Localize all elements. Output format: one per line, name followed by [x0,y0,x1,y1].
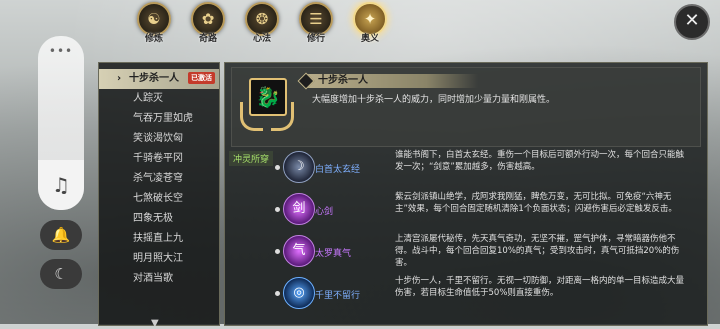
skill-list-item[interactable]: 四象无极 [99,209,219,229]
passive-name: 心剑 [315,207,334,217]
skill-emblem-icon: 🐉 [240,74,294,131]
top-tab-bar: ☯ 修炼 ✿ 奇路 ❂ 心法 ☰ 修行 ✦ 奥义 [130,2,394,44]
skill-list-item[interactable]: 对酒当歌 [99,269,219,289]
passive-skill[interactable]: 剑 心剑 紫云剑派镇山绝学，戌阿求我刚猛，睥危万变，无可比拟。可免疫“六神无主”… [275,191,699,231]
skill-list-item[interactable]: 扶摇直上九 [99,229,219,249]
activated-badge: 已激活 [188,72,215,84]
tab-label: 修炼 [144,34,163,44]
tab-mystery[interactable]: ✦ 奥义 [346,2,394,44]
skill-list-item[interactable]: 杀气凌苍穹 [99,169,219,189]
skill-list-item[interactable]: 笑谈渴饮匈 [99,129,219,149]
skill-list-item-active[interactable]: › 十步杀一人 已激活 [99,69,219,89]
active-arrow-icon: › [117,73,122,84]
vortex-skill-icon: ◎ [283,277,315,309]
bullet-dot [275,291,280,296]
bullet-dot [275,249,280,254]
qi-skill-icon: 气 [283,235,315,267]
skill-list-item[interactable]: 人踪灭 [99,89,219,109]
tab-mind-method[interactable]: ❂ 心法 [238,2,286,44]
bullet-dot [275,207,280,212]
skill-title: 十步杀一人 [306,74,478,88]
notification-button[interactable]: 🔔 [40,220,82,250]
tab-label: 奇路 [198,34,217,44]
skill-list-item[interactable]: 七煞破长空 [99,189,219,209]
tab-cultivate[interactable]: ☯ 修炼 [130,2,178,44]
passive-name: 太罗真气 [315,249,352,259]
skill-list-item[interactable]: 明月照大江 [99,249,219,269]
passive-skill[interactable]: 气 太罗真气 上清宫派屡代秘传，先天真气奇功，无坚不摧，罡气护体，寻常暗器伤他不… [275,233,699,273]
dragon-icon: 🐉 [249,78,287,116]
skill-list-item[interactable]: 气吞万里如虎 [99,109,219,129]
music-button[interactable]: ♫ [38,160,84,210]
tab-practice[interactable]: ☰ 修行 [292,2,340,44]
skill-detail-panel: 🐉 十步杀一人 大幅度增加十步杀一人的威力，同时增加少量力量和刚属性。 冲灵所穿… [224,62,708,326]
more-icon[interactable]: ••• [38,44,84,58]
section-label: 冲灵所穿 [229,151,274,166]
passive-text: 上清宫派屡代秘传，先天真气奇功，无坚不摧，罡气护体，寻常暗器伤他不得。战斗中，每… [395,234,680,268]
skill-header: 🐉 十步杀一人 大幅度增加十步杀一人的威力，同时增加少量力量和刚属性。 [231,67,701,147]
sword-skill-icon: 剑 [283,193,315,225]
tab-path[interactable]: ✿ 奇路 [184,2,232,44]
passive-name: 千里不留行 [315,291,361,301]
tab-label: 修行 [306,34,325,44]
passive-text: 谁能书阁下，白首太玄经。重伤一个目标后可额外行动一次，每个回合只能触发一次；“剑… [395,150,685,172]
passive-skill[interactable]: ☽ 白首太玄经 谁能书阁下，白首太玄经。重伤一个目标后可额外行动一次，每个回合只… [275,149,699,189]
moon-skill-icon: ☽ [283,151,315,183]
night-mode-button[interactable]: ☾ [40,259,82,289]
passive-skill[interactable]: ◎ 千里不留行 十步伤一人，千里不留行。无视一切防御，对距离一格内的单一目标造成… [275,275,699,315]
skill-description: 大幅度增加十步杀一人的威力，同时增加少量力量和刚属性。 [312,95,556,105]
passive-name: 白首太玄经 [315,165,361,175]
skill-list-panel: › 十步杀一人 已激活 人踪灭 气吞万里如虎 笑谈渴饮匈 千骑卷平冈 杀气凌苍穹… [98,62,220,329]
bullet-dot [275,165,280,170]
passive-text: 紫云剑派镇山绝学，戌阿求我刚猛，睥危万变，无可比拟。可免疫“六神无主”效果，每个… [395,192,677,214]
passive-text: 十步伤一人，千里不留行。无视一切防御，对距离一格内的单一目标造成大量伤害，若目标… [395,276,685,298]
skill-name: 十步杀一人 [129,73,179,84]
skill-list-item[interactable]: 千骑卷平冈 [99,149,219,169]
tab-label: 奥义 [360,34,379,44]
close-button[interactable]: ✕ [674,4,710,40]
tab-label: 心法 [252,34,271,44]
